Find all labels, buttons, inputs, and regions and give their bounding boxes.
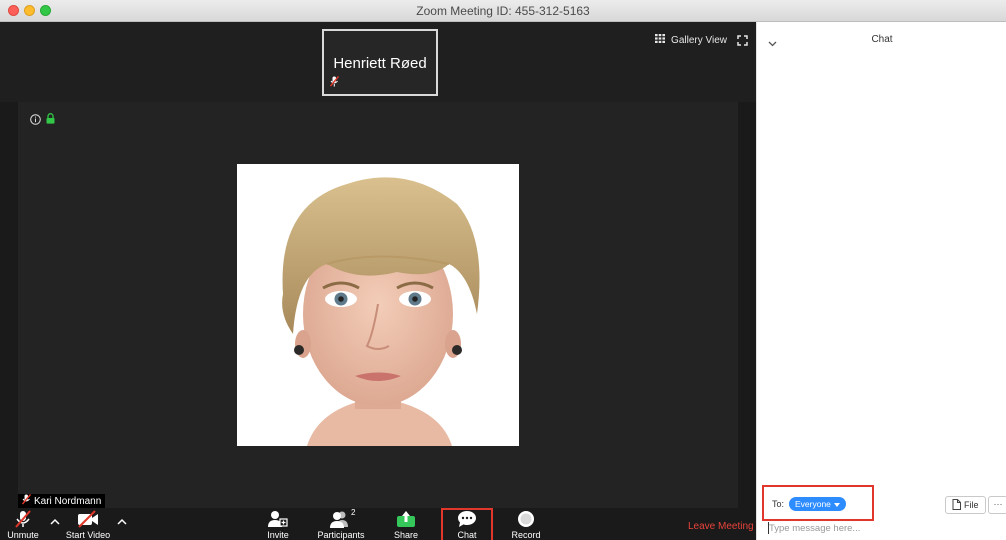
start-video-button[interactable]: Start Video (64, 508, 112, 540)
thumbnail-strip: Henriett Røed Gallery View (0, 22, 756, 102)
window-title: Zoom Meeting ID: 455-312-5163 (416, 4, 590, 18)
speaker-portrait-image (237, 164, 519, 446)
record-icon (517, 510, 535, 530)
chat-highlight-box (441, 508, 493, 540)
audio-options-caret-icon[interactable] (50, 513, 60, 531)
participants-label: Participants (317, 530, 365, 540)
message-input[interactable] (769, 520, 999, 536)
zoom-window: Zoom Meeting ID: 455-312-5163 Henriett R… (0, 0, 1006, 540)
chat-header: Chat (757, 22, 1006, 58)
unmute-button[interactable]: Unmute (6, 508, 40, 540)
speaker-video (237, 164, 519, 446)
file-icon (952, 498, 961, 512)
gallery-view-label: Gallery View (671, 34, 727, 46)
record-button[interactable]: Record (510, 508, 542, 540)
info-icon[interactable] (30, 112, 41, 130)
unmute-label: Unmute (7, 530, 39, 540)
encryption-lock-icon[interactable] (46, 111, 55, 129)
fullscreen-icon[interactable] (737, 33, 748, 51)
muted-mic-icon (329, 74, 340, 92)
share-button[interactable]: Share (390, 508, 422, 540)
participants-icon (329, 510, 349, 530)
record-label: Record (511, 530, 541, 540)
file-label: File (964, 500, 979, 510)
self-name-text: Kari Nordmann (34, 495, 102, 507)
chat-panel: Chat To: Everyone File ··· (756, 22, 1006, 540)
caret-down-icon (833, 499, 840, 509)
more-options-button[interactable]: ··· (988, 496, 1006, 514)
grid-icon (655, 34, 666, 46)
active-speaker-stage (18, 102, 738, 508)
gallery-view-button[interactable]: Gallery View (655, 34, 727, 46)
share-label: Share (393, 530, 419, 540)
thumbnail-name: Henriett Røed (333, 55, 427, 72)
meeting-area: Henriett Røed Gallery View Kari Nordmann… (0, 22, 756, 540)
muted-mic-icon (21, 494, 32, 508)
participants-button[interactable]: 2 Participants (314, 508, 368, 540)
start-video-label: Start Video (65, 530, 111, 540)
share-screen-icon (396, 510, 416, 530)
chat-title: Chat (871, 34, 893, 45)
invite-user-icon (268, 510, 288, 530)
invite-label: Invite (267, 530, 289, 540)
recipient-selector-highlight: To: Everyone (762, 485, 874, 521)
participants-count: 2 (351, 508, 356, 517)
self-name-label: Kari Nordmann (18, 494, 106, 508)
video-options-caret-icon[interactable] (117, 513, 127, 531)
participant-thumbnail[interactable]: Henriett Røed (322, 29, 438, 96)
meeting-controls: Unmute Start Video Invite 2 Participants… (0, 508, 756, 540)
title-bar: Zoom Meeting ID: 455-312-5163 (0, 0, 1006, 22)
leave-meeting-button[interactable]: Leave Meeting (688, 521, 754, 532)
video-off-icon (77, 510, 99, 530)
recipient-label: Everyone (795, 499, 831, 509)
recipient-dropdown[interactable]: Everyone (789, 497, 846, 511)
file-button[interactable]: File (945, 496, 986, 514)
muted-microphone-icon (14, 510, 32, 530)
invite-button[interactable]: Invite (262, 508, 294, 540)
to-label: To: (772, 499, 785, 509)
